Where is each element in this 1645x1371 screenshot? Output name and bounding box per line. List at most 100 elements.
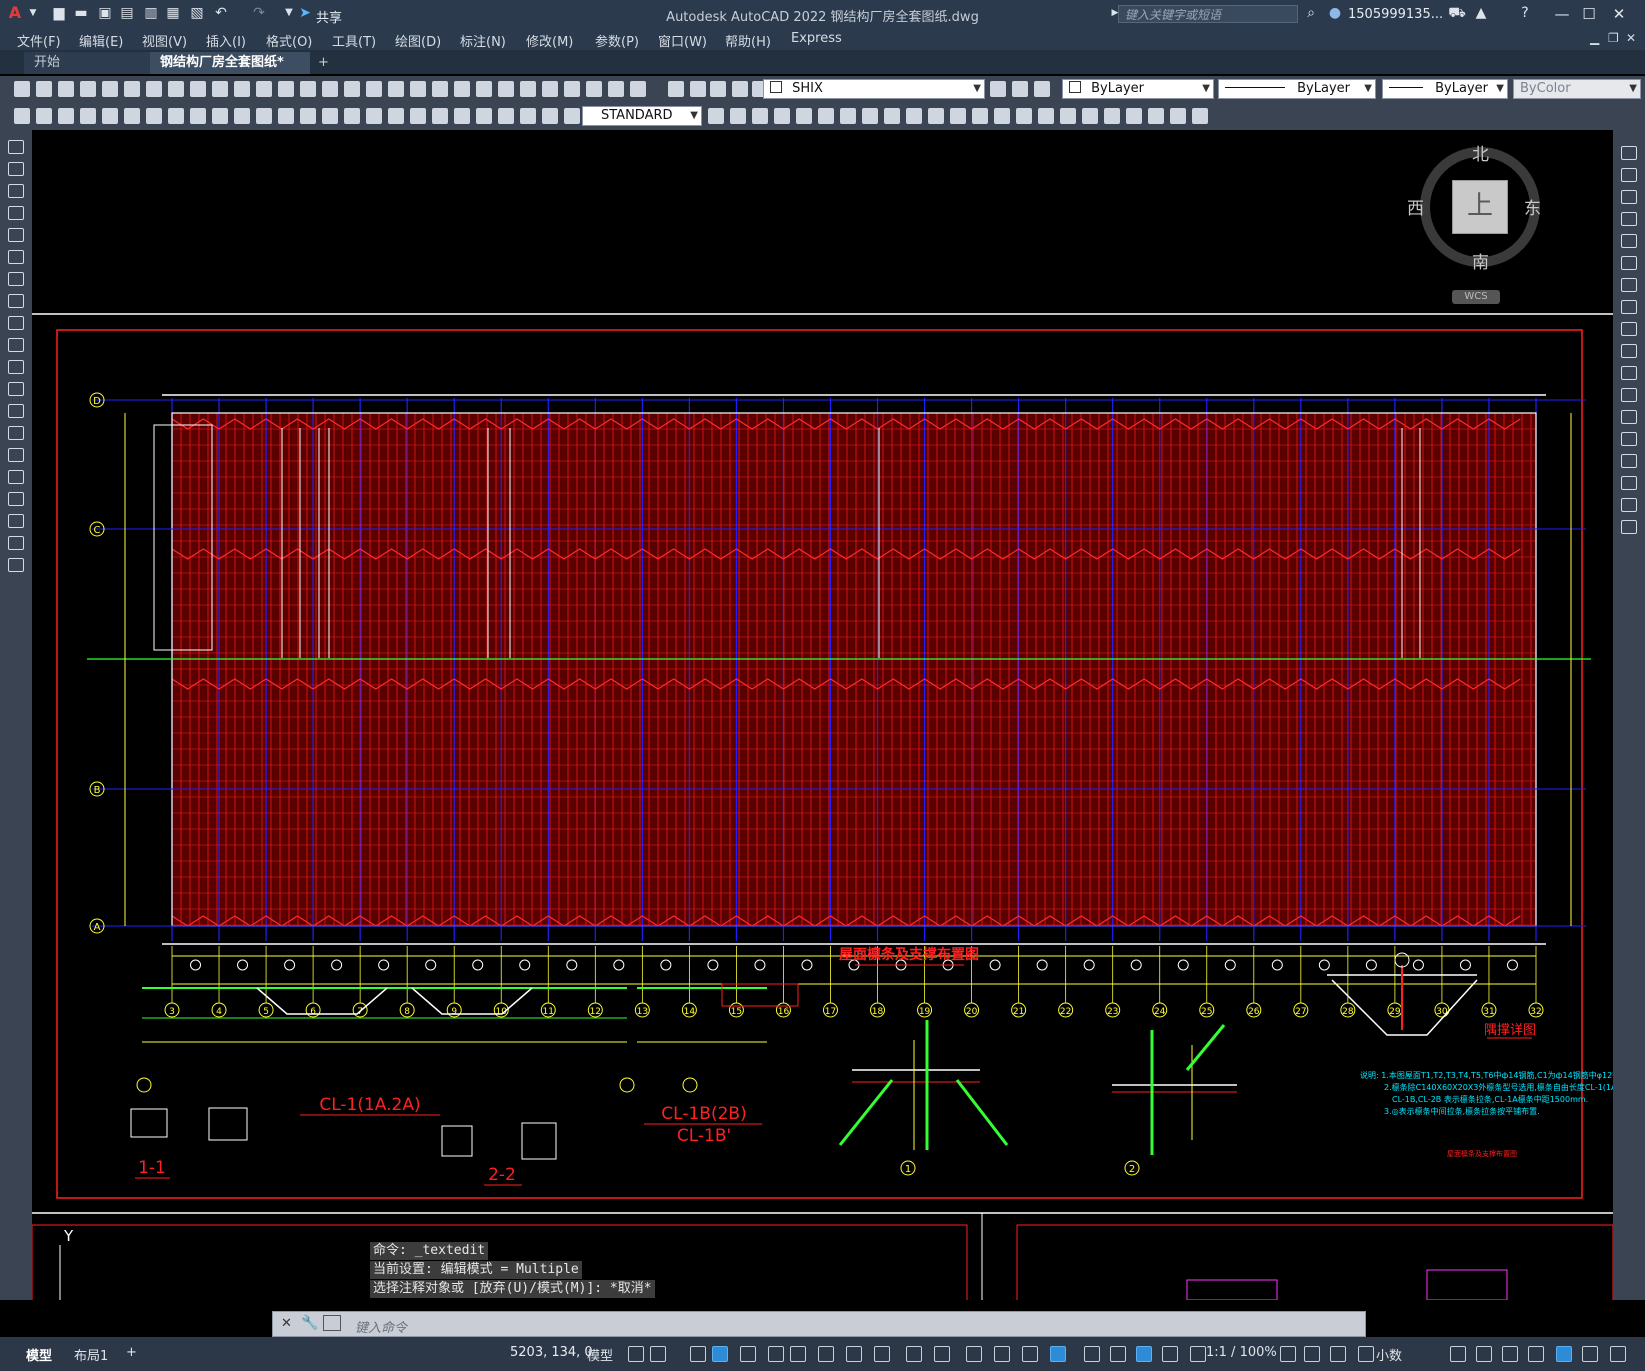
status-toggle-icon-32[interactable] <box>1610 1346 1626 1362</box>
draw-tool-icon-21[interactable] <box>454 108 470 124</box>
standard-tool-icon-15[interactable] <box>322 81 338 97</box>
status-toggle-icon-1[interactable] <box>628 1346 644 1362</box>
annotation-scale[interactable]: 1:1 / 100% <box>1206 1345 1277 1360</box>
draw-tool-icon-2[interactable] <box>36 108 52 124</box>
draw-tool-icon-41[interactable] <box>1016 108 1032 124</box>
standard-tool-icon-14[interactable] <box>300 81 316 97</box>
standard-tool-icon-18[interactable] <box>388 81 404 97</box>
left-draw-tool-icon-6[interactable] <box>8 250 24 264</box>
tab-add-button[interactable]: + <box>308 52 339 74</box>
left-draw-tool-icon-13[interactable] <box>8 404 24 418</box>
drawing-canvas[interactable]: D C B A 3 4 5 6 7 8 9 10 11 12 13 14 15 16 17 18 19 20 21 22 23 2… <box>32 130 1613 1300</box>
save-icon[interactable]: ▣ <box>96 4 114 22</box>
menu-file[interactable]: 文件(F) <box>17 31 61 50</box>
status-toggle-icon-24[interactable] <box>1330 1346 1346 1362</box>
left-draw-tool-icon-7[interactable] <box>8 272 24 286</box>
status-toggle-icon-15[interactable] <box>1022 1346 1038 1362</box>
draw-tool-icon-26[interactable] <box>564 108 580 124</box>
color-dropdown[interactable]: ByLayer ▼ <box>1062 79 1214 99</box>
standard-tool-icon-33[interactable] <box>732 81 748 97</box>
left-draw-tool-icon-2[interactable] <box>8 162 24 176</box>
standard-tool-icon-9[interactable] <box>190 81 206 97</box>
menu-dimension[interactable]: 标注(N) <box>460 31 506 50</box>
user-icon[interactable]: ● <box>1326 4 1344 22</box>
menu-window[interactable]: 窗口(W) <box>658 31 707 50</box>
status-toggle-icon-31[interactable] <box>1582 1346 1598 1362</box>
draw-tool-icon-15[interactable] <box>322 108 338 124</box>
draw-tool-icon-12[interactable] <box>256 108 272 124</box>
left-draw-tool-icon-4[interactable] <box>8 206 24 220</box>
draw-tool-icon-47[interactable] <box>1148 108 1164 124</box>
left-draw-tool-icon-14[interactable] <box>8 426 24 440</box>
standard-tool-icon-27[interactable] <box>586 81 602 97</box>
status-toggle-icon-26[interactable] <box>1450 1346 1466 1362</box>
coordinates-readout[interactable]: 5203, 134, 0 <box>510 1345 593 1360</box>
standard-tool-icon-31[interactable] <box>690 81 706 97</box>
left-draw-tool-icon-3[interactable] <box>8 184 24 198</box>
wcs-menu[interactable]: WCS <box>1452 290 1500 304</box>
draw-tool-icon-48[interactable] <box>1170 108 1186 124</box>
status-toggle-icon-9[interactable] <box>846 1346 862 1362</box>
app-menu-chevron-icon[interactable]: ▼ <box>24 4 42 22</box>
left-draw-tool-icon-16[interactable] <box>8 470 24 484</box>
right-modify-tool-icon-12[interactable] <box>1621 388 1637 402</box>
menu-express[interactable]: Express <box>791 31 842 46</box>
right-modify-tool-icon-6[interactable] <box>1621 256 1637 270</box>
standard-tool-icon-35[interactable] <box>990 81 1006 97</box>
viewcube-west[interactable]: 西 <box>1407 194 1424 219</box>
status-toggle-icon-18[interactable] <box>1110 1346 1126 1362</box>
left-draw-tool-icon-5[interactable] <box>8 228 24 242</box>
left-draw-tool-icon-12[interactable] <box>8 382 24 396</box>
left-draw-tool-icon-10[interactable] <box>8 338 24 352</box>
status-toggle-icon-21[interactable] <box>1190 1346 1206 1362</box>
draw-tool-icon-16[interactable] <box>344 108 360 124</box>
draw-tool-icon-35[interactable] <box>884 108 900 124</box>
draw-tool-icon-45[interactable] <box>1104 108 1120 124</box>
menu-parametric[interactable]: 参数(P) <box>595 31 639 50</box>
draw-tool-icon-13[interactable] <box>278 108 294 124</box>
draw-tool-icon-20[interactable] <box>432 108 448 124</box>
menu-view[interactable]: 视图(V) <box>142 31 187 50</box>
standard-tool-icon-10[interactable] <box>212 81 228 97</box>
standard-tool-icon-11[interactable] <box>234 81 250 97</box>
standard-tool-icon-32[interactable] <box>710 81 726 97</box>
command-input[interactable]: 键入命令 <box>355 1317 407 1336</box>
draw-tool-icon-19[interactable] <box>410 108 426 124</box>
status-toggle-icon-19[interactable] <box>1136 1346 1152 1362</box>
draw-tool-icon-36[interactable] <box>906 108 922 124</box>
status-toggle-icon-11[interactable] <box>906 1346 922 1362</box>
linetype-dropdown[interactable]: ByLayer ▼ <box>1218 79 1376 99</box>
standard-tool-icon-16[interactable] <box>344 81 360 97</box>
draw-tool-icon-37[interactable] <box>928 108 944 124</box>
right-modify-tool-icon-16[interactable] <box>1621 476 1637 490</box>
standard-tool-icon-23[interactable] <box>498 81 514 97</box>
standard-tool-icon-30[interactable] <box>668 81 684 97</box>
right-modify-tool-icon-10[interactable] <box>1621 344 1637 358</box>
draw-tool-icon-33[interactable] <box>840 108 856 124</box>
draw-tool-icon-8[interactable] <box>168 108 184 124</box>
standard-tool-icon-20[interactable] <box>432 81 448 97</box>
right-modify-tool-icon-8[interactable] <box>1621 300 1637 314</box>
status-toggle-icon-6[interactable] <box>768 1346 784 1362</box>
standard-tool-icon-25[interactable] <box>542 81 558 97</box>
draw-tool-icon-14[interactable] <box>300 108 316 124</box>
share-icon[interactable]: ➤ <box>296 4 314 22</box>
menu-format[interactable]: 格式(O) <box>266 31 312 50</box>
draw-tool-icon-23[interactable] <box>498 108 514 124</box>
standard-tool-icon-17[interactable] <box>366 81 382 97</box>
right-modify-tool-icon-11[interactable] <box>1621 366 1637 380</box>
right-modify-tool-icon-9[interactable] <box>1621 322 1637 336</box>
standard-tool-icon-8[interactable] <box>168 81 184 97</box>
save-web-icon[interactable]: ▦ <box>164 4 182 22</box>
user-name[interactable]: 1505999135... <box>1348 7 1443 22</box>
plot-icon[interactable]: ▧ <box>188 4 206 22</box>
search-icon[interactable]: ⌕ <box>1302 4 1320 22</box>
tab-layout1[interactable]: 布局1 <box>74 1345 108 1364</box>
undo-icon[interactable]: ↶ <box>212 4 230 22</box>
open-file-icon[interactable]: ▬ <box>72 4 90 22</box>
draw-tool-icon-9[interactable] <box>190 108 206 124</box>
draw-tool-icon-28[interactable] <box>730 108 746 124</box>
standard-tool-icon-26[interactable] <box>564 81 580 97</box>
maximize-button[interactable]: ☐ <box>1576 3 1602 25</box>
redo-icon[interactable]: ↷ <box>250 4 268 22</box>
